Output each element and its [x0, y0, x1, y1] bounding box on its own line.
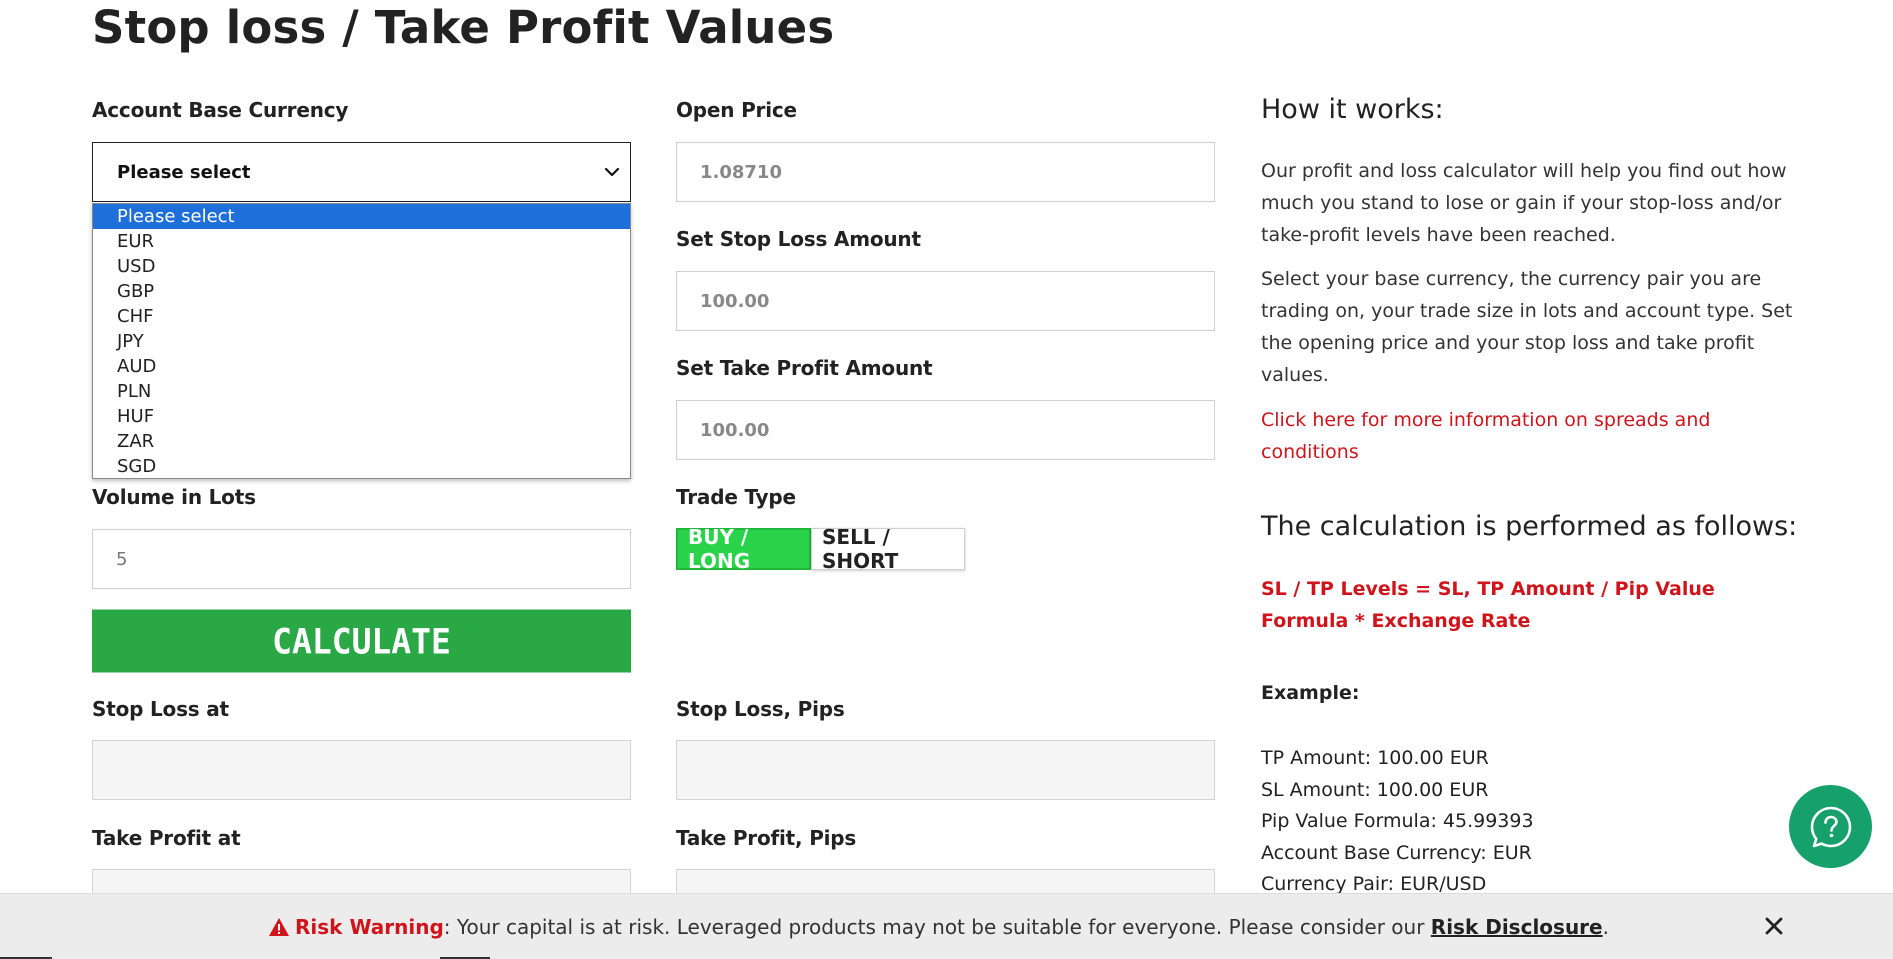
currency-option[interactable]: ZAR [93, 429, 630, 454]
take-profit-amount-label: Set Take Profit Amount [676, 356, 933, 380]
trade-type-toggle: BUY / LONG SELL / SHORT [676, 525, 965, 573]
currency-option[interactable]: GBP [93, 279, 630, 304]
stop-loss-pips-output [676, 740, 1215, 800]
stop-loss-at-output [92, 740, 631, 800]
chevron-down-icon [604, 167, 620, 177]
calculation-formula: SL / TP Levels = SL, TP Amount / Pip Val… [1261, 578, 1715, 632]
select-value: Please select [117, 161, 251, 183]
open-price-placeholder: 1.08710 [700, 161, 782, 183]
spreads-conditions-link[interactable]: Click here for more information on sprea… [1261, 404, 1761, 468]
open-price-label: Open Price [676, 98, 797, 122]
currency-option[interactable]: Please select [93, 204, 630, 229]
calculate-button[interactable]: CALCULATE [92, 609, 631, 673]
example-line: Pip Value Formula: 45.99393 [1261, 810, 1534, 832]
trade-type-label: Trade Type [676, 485, 796, 509]
example-heading: Example: [1261, 682, 1360, 704]
buy-long-button[interactable]: BUY / LONG [676, 525, 811, 573]
volume-placeholder: 5 [116, 548, 128, 570]
warning-icon [269, 917, 290, 936]
example-line: TP Amount: 100.00 EUR [1261, 747, 1489, 769]
close-icon[interactable] [1763, 915, 1785, 937]
risk-warning-bar: Risk Warning : Your capital is at risk. … [0, 893, 1893, 959]
account-base-currency-label: Account Base Currency [92, 98, 349, 122]
currency-option[interactable]: JPY [93, 329, 630, 354]
example-line: Account Base Currency: EUR [1261, 841, 1532, 864]
stop-loss-amount-placeholder: 100.00 [700, 290, 770, 312]
how-it-works-heading: How it works: [1261, 94, 1444, 125]
stop-loss-amount-input[interactable]: 100.00 [676, 271, 1215, 331]
take-profit-amount-input[interactable]: 100.00 [676, 400, 1215, 460]
currency-option[interactable]: AUD [93, 354, 630, 379]
currency-option[interactable]: PLN [93, 379, 630, 404]
currency-option[interactable]: SGD [93, 454, 630, 478]
how-it-works-paragraph-2: Select your base currency, the currency … [1261, 268, 1793, 386]
sell-short-button[interactable]: SELL / SHORT [811, 525, 965, 573]
currency-option[interactable]: CHF [93, 304, 630, 329]
page-title: Stop loss / Take Profit Values [92, 1, 835, 54]
example-line: SL Amount: 100.00 EUR [1261, 778, 1489, 801]
currency-option[interactable]: EUR [93, 229, 630, 254]
stop-loss-at-label: Stop Loss at [92, 697, 229, 721]
currency-option[interactable]: HUF [93, 404, 630, 429]
risk-warning-text: : Your capital is at risk. Leveraged pro… [443, 914, 1431, 939]
open-price-input[interactable]: 1.08710 [676, 142, 1215, 202]
help-chat-button[interactable] [1789, 785, 1872, 868]
take-profit-at-label: Take Profit at [92, 826, 241, 850]
stop-loss-pips-label: Stop Loss, Pips [676, 697, 845, 721]
account-base-currency-select[interactable]: Please select [92, 142, 631, 202]
how-it-works-paragraph-1: Our profit and loss calculator will help… [1261, 160, 1787, 246]
currency-option[interactable]: USD [93, 254, 630, 279]
currency-dropdown-list: Please select EUR USD GBP CHF JPY AUD PL… [92, 203, 631, 479]
calculation-heading: The calculation is performed as follows: [1261, 511, 1798, 542]
volume-input[interactable]: 5 [92, 529, 631, 589]
take-profit-pips-label: Take Profit, Pips [676, 826, 857, 850]
risk-disclosure-link[interactable]: Risk Disclosure [1431, 915, 1603, 939]
risk-warning-end: . [1602, 914, 1609, 939]
question-mark-icon [1810, 806, 1851, 847]
risk-warning-label: Risk Warning [295, 914, 444, 939]
stop-loss-amount-label: Set Stop Loss Amount [676, 227, 921, 251]
volume-label: Volume in Lots [92, 485, 256, 509]
example-list: TP Amount: 100.00 EUR SL Amount: 100.00 … [1261, 743, 1801, 901]
take-profit-amount-placeholder: 100.00 [700, 419, 770, 441]
